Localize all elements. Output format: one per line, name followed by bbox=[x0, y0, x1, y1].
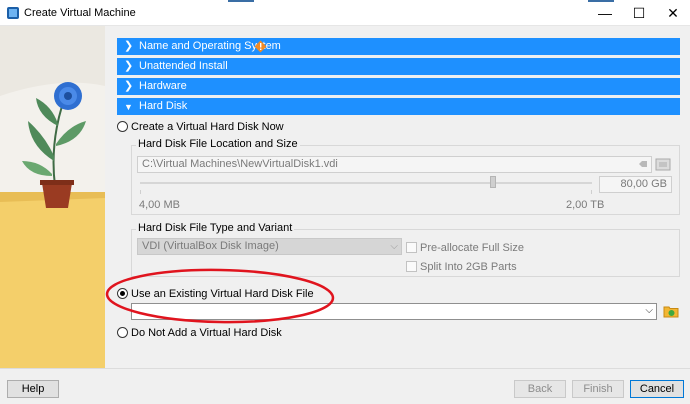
create-disk-label[interactable]: Create a Virtual Hard Disk Now bbox=[131, 121, 284, 133]
no-disk-radio[interactable] bbox=[117, 327, 128, 338]
disk-path-value: C:\Virtual Machines\NewVirtualDisk1.vdi bbox=[142, 158, 338, 170]
slider-tick bbox=[591, 190, 592, 194]
wizard-illustration bbox=[0, 26, 105, 368]
window-title: Create Virtual Machine bbox=[24, 7, 136, 19]
section-name-and-os[interactable]: ❯ Name and Operating System bbox=[117, 38, 680, 55]
close-button[interactable]: ✕ bbox=[656, 0, 690, 26]
type-group-title: Hard Disk File Type and Variant bbox=[136, 222, 295, 234]
preallocate-checkbox bbox=[406, 242, 417, 253]
virtualbox-app-icon bbox=[7, 7, 19, 19]
slider-tick bbox=[140, 190, 141, 194]
chevron-right-icon: ❯ bbox=[124, 80, 134, 92]
add-disk-folder-icon[interactable] bbox=[663, 304, 679, 318]
section-label: Unattended Install bbox=[139, 60, 228, 72]
chevron-right-icon: ❯ bbox=[124, 60, 134, 72]
disk-type-value: VDI (VirtualBox Disk Image) bbox=[142, 240, 279, 252]
help-button[interactable]: Help bbox=[7, 380, 59, 398]
plant-illustration bbox=[0, 26, 105, 368]
highlight-ellipse bbox=[105, 268, 335, 324]
size-max-label: 2,00 TB bbox=[566, 199, 605, 211]
preallocate-label: Pre-allocate Full Size bbox=[420, 242, 524, 254]
disk-type-select: VDI (VirtualBox Disk Image) ⌵ bbox=[137, 238, 402, 255]
clear-icon bbox=[639, 161, 647, 167]
finish-button[interactable]: Finish bbox=[572, 380, 624, 398]
title-bar: Create Virtual Machine — ☐ ✕ bbox=[0, 0, 690, 26]
chevron-down-icon: ▼ bbox=[124, 102, 133, 112]
disk-path-input: C:\Virtual Machines\NewVirtualDisk1.vdi bbox=[137, 156, 652, 173]
no-disk-label[interactable]: Do Not Add a Virtual Hard Disk bbox=[131, 327, 282, 339]
section-label: Hard Disk bbox=[139, 100, 188, 112]
section-label: Hardware bbox=[139, 80, 187, 92]
size-slider-thumb bbox=[489, 176, 496, 188]
disk-size-input: 80,00 GB bbox=[599, 176, 672, 193]
cancel-button[interactable]: Cancel bbox=[630, 380, 684, 398]
section-unattended-install[interactable]: ❯ Unattended Install bbox=[117, 58, 680, 75]
back-button[interactable]: Back bbox=[514, 380, 566, 398]
chevron-right-icon: ❯ bbox=[124, 40, 134, 52]
folder-browse-icon bbox=[655, 158, 671, 171]
maximize-button[interactable]: ☐ bbox=[622, 0, 656, 26]
split-label: Split Into 2GB Parts bbox=[420, 261, 517, 273]
section-hardware[interactable]: ❯ Hardware bbox=[117, 78, 680, 95]
chevron-down-icon: ⌵ bbox=[390, 241, 398, 252]
section-hard-disk[interactable]: ▼ Hard Disk bbox=[117, 98, 680, 115]
warning-icon bbox=[254, 40, 267, 53]
split-checkbox bbox=[406, 261, 417, 272]
chevron-down-icon: ⌵ bbox=[645, 305, 653, 316]
minimize-button[interactable]: — bbox=[588, 0, 622, 26]
location-group-title: Hard Disk File Location and Size bbox=[136, 138, 300, 150]
size-min-label: 4,00 MB bbox=[139, 199, 180, 211]
background-window-edge bbox=[228, 0, 254, 2]
size-slider-track bbox=[140, 182, 592, 184]
create-disk-radio[interactable] bbox=[117, 121, 128, 132]
disk-size-value: 80,00 GB bbox=[620, 178, 667, 190]
